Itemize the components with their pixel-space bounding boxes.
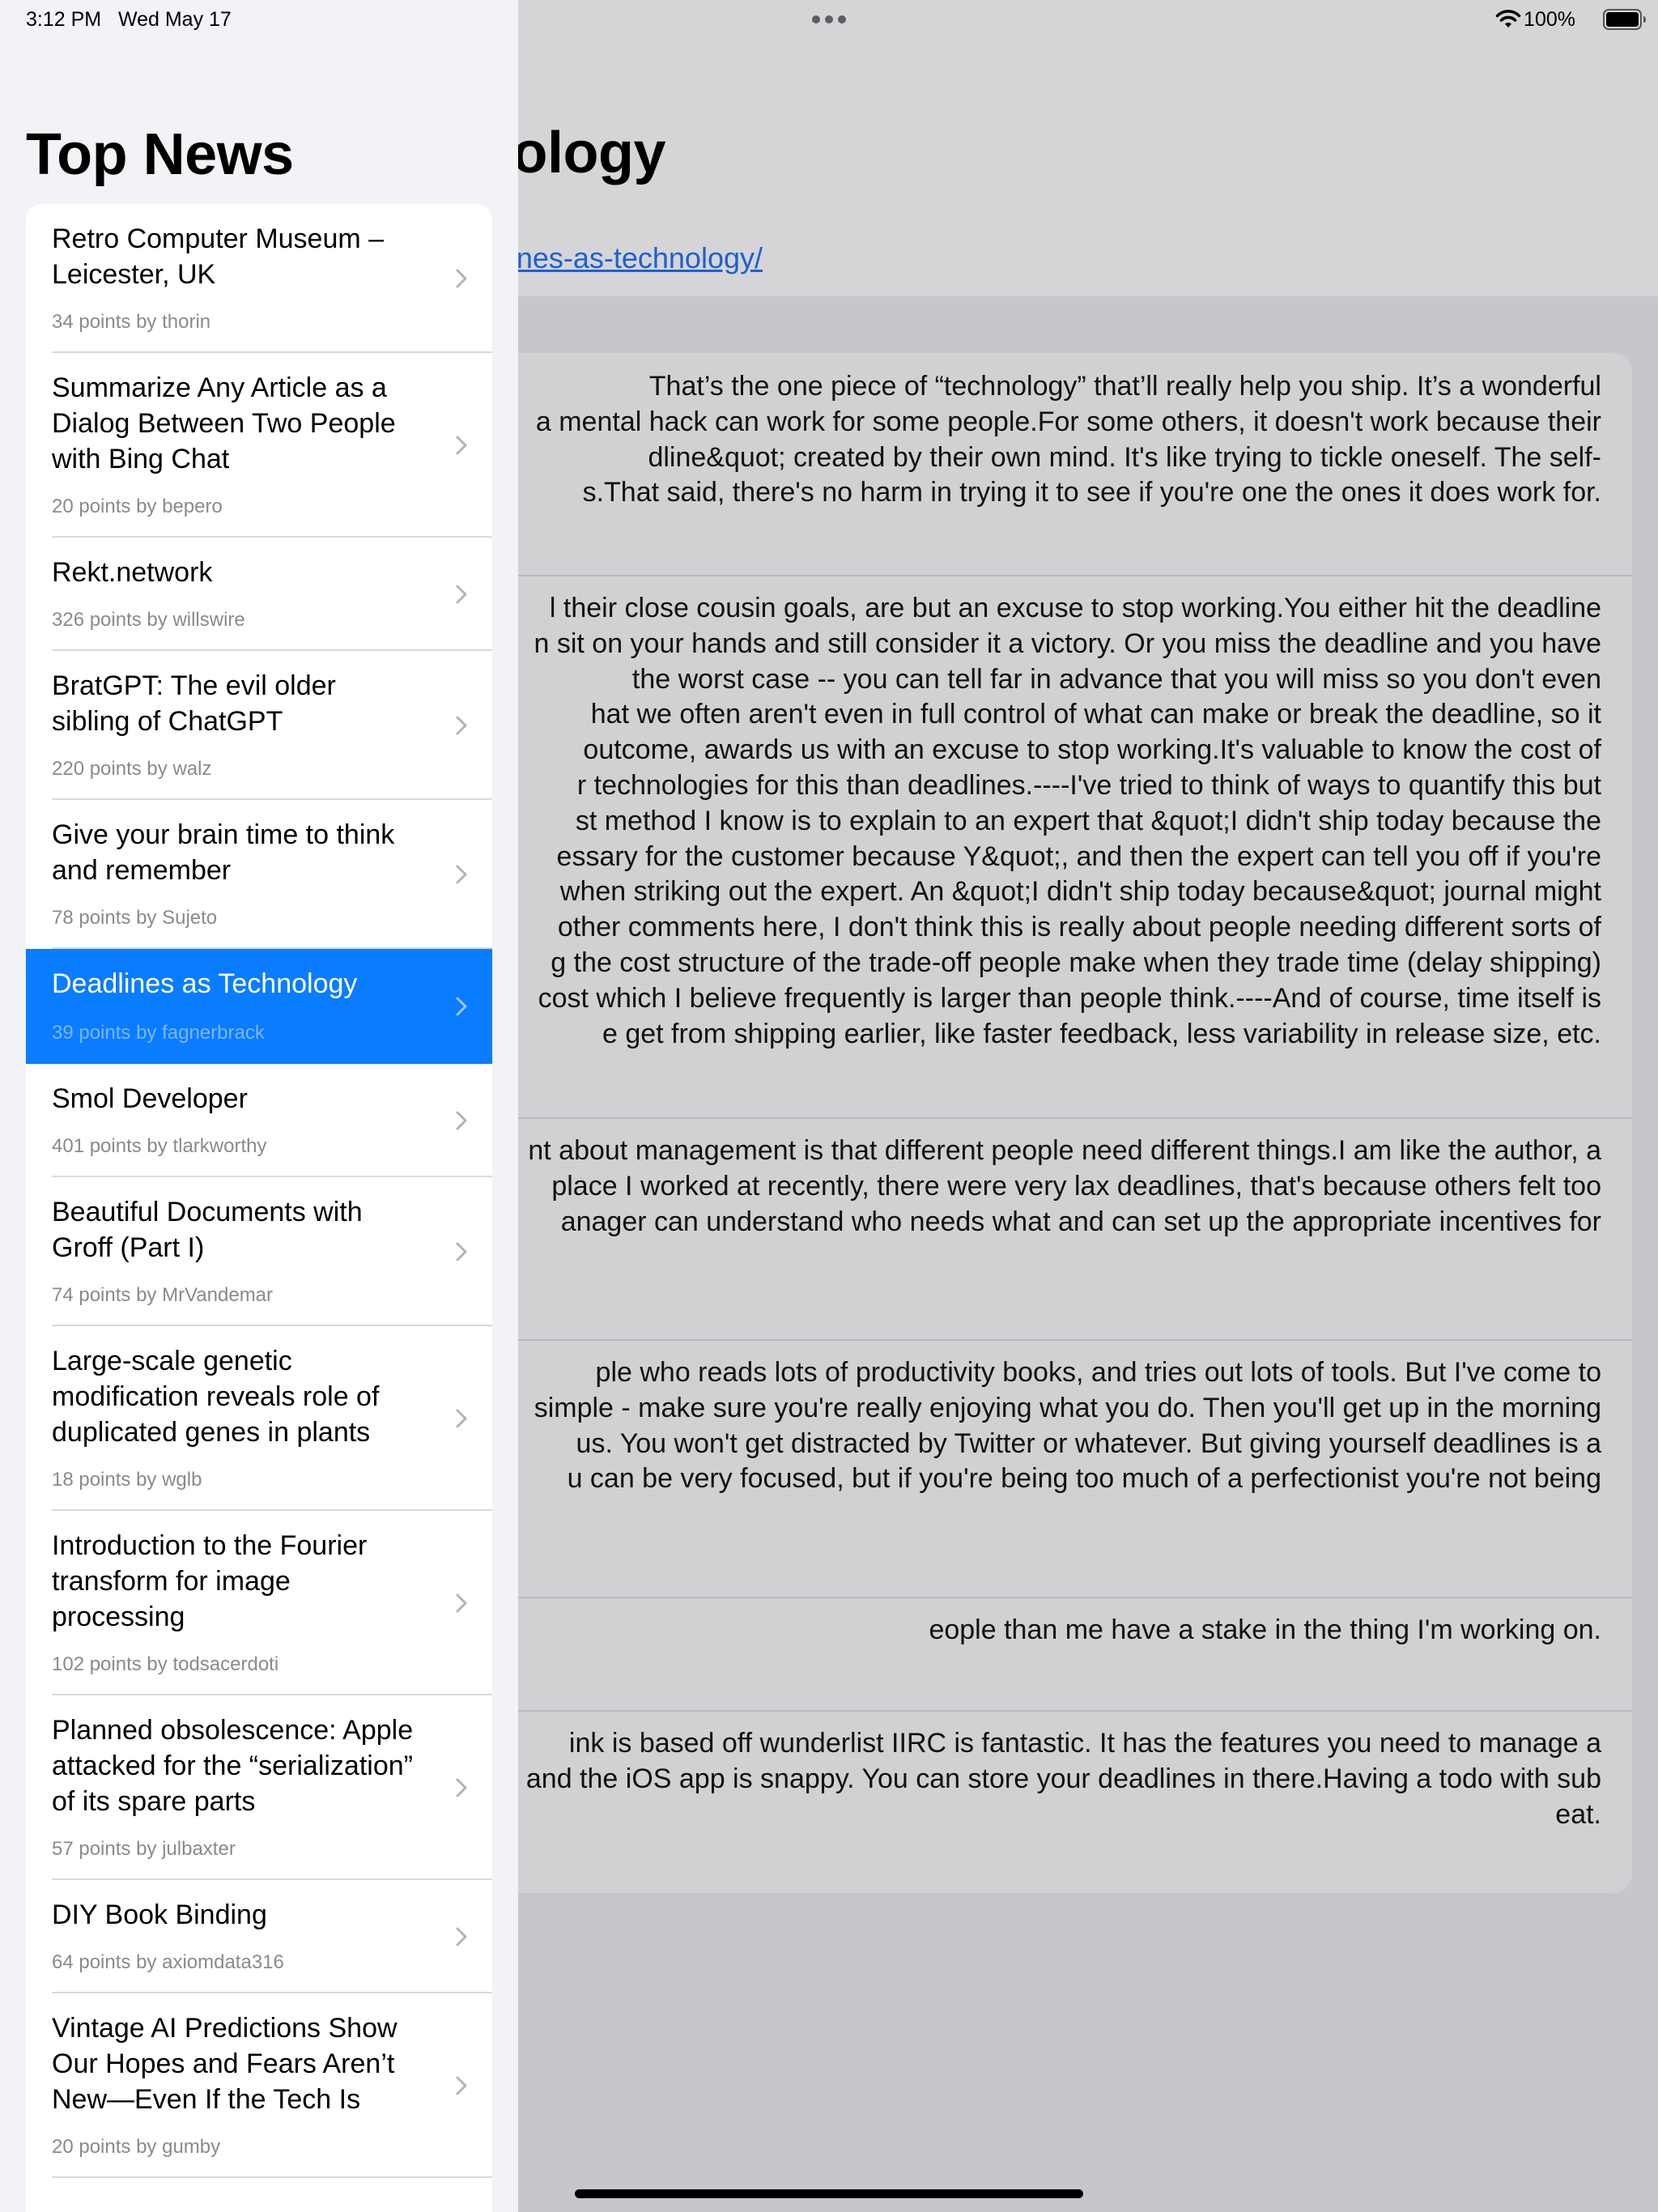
chevron-right-icon — [455, 1110, 468, 1131]
chevron-right-icon — [455, 2075, 468, 2096]
news-item-selected[interactable]: Deadlines as Technology 39 points by fag… — [26, 949, 492, 1064]
news-item[interactable]: Summarize Any Article as a Dialog Betwee… — [26, 353, 492, 538]
home-indicator[interactable] — [575, 2189, 1083, 2198]
battery-icon — [1603, 9, 1646, 30]
status-date: Wed May 17 — [117, 8, 232, 31]
news-item-title: BratGPT: The evil older sibling of ChatG… — [52, 670, 336, 737]
chevron-right-icon — [455, 864, 468, 885]
chevron-right-icon — [455, 1593, 468, 1614]
chevron-right-icon — [455, 1241, 468, 1262]
news-item-title: Summarize Any Article as a Dialog Betwee… — [52, 372, 396, 474]
sidebar-title: Top News — [26, 122, 294, 187]
news-item-meta: 18 points by wglb — [52, 1469, 202, 1491]
battery-percentage: 100% — [1524, 8, 1575, 31]
news-item-meta: 57 points by julbaxter — [52, 1838, 236, 1860]
status-clock: 3:12 PM — [26, 8, 102, 31]
news-item-meta: 78 points by Sujeto — [52, 907, 218, 929]
news-item-title: Vintage AI Predictions Show Our Hopes an… — [52, 2013, 397, 2115]
news-item[interactable]: Introduction to the Fourier transform fo… — [26, 1511, 492, 1695]
status-indicators: 100% — [1452, 6, 1647, 32]
news-item-title: Introduction to the Fourier transform fo… — [52, 1530, 368, 1632]
status-time: 3:12 PM Wed May 17 — [26, 8, 232, 32]
chevron-right-icon — [455, 1926, 468, 1947]
news-item-title: Deadlines as Technology — [52, 968, 358, 999]
wifi-icon — [1495, 10, 1521, 28]
news-item-title: Retro Computer Museum – Leicester, UK — [52, 223, 385, 290]
news-item[interactable]: Beautiful Documents with Groff (Part I) … — [26, 1177, 492, 1326]
more-dots-icon[interactable] — [812, 15, 846, 23]
news-item-meta: 220 points by walz — [52, 758, 212, 780]
news-item-meta: 401 points by tlarkworthy — [52, 1135, 267, 1157]
chevron-right-icon — [455, 715, 468, 736]
news-item-title: Give your brain time to think and rememb… — [52, 819, 395, 886]
news-item-title: DIY Book Binding — [52, 1899, 267, 1930]
news-item[interactable]: Planned obsolescence: Apple attacked for… — [26, 1695, 492, 1880]
news-item-title: Planned obsolescence: Apple attacked for… — [52, 1715, 414, 1817]
news-item[interactable]: Smol Developer 401 points by tlarkworthy — [26, 1064, 492, 1177]
chevron-right-icon — [455, 1777, 468, 1798]
news-item-meta: 20 points by bepero — [52, 496, 223, 517]
news-item-title: Rekt.network — [52, 557, 213, 588]
news-item-title: Beautiful Documents with Groff (Part I) — [52, 1197, 363, 1263]
news-item-meta: 64 points by axiomdata316 — [52, 1951, 284, 1973]
chevron-right-icon — [455, 435, 468, 456]
chevron-right-icon — [455, 996, 468, 1017]
chevron-right-icon — [455, 1408, 468, 1429]
news-item-meta: 102 points by todsacerdoti — [52, 1653, 279, 1675]
news-item[interactable]: Retro Computer Museum – Leicester, UK 34… — [26, 204, 492, 353]
news-item-meta: 74 points by MrVandemar — [52, 1284, 274, 1306]
news-list: Retro Computer Museum – Leicester, UK 34… — [26, 204, 492, 2212]
news-sidebar: Top News Retro Computer Museum – Leicest… — [0, 0, 518, 2212]
chevron-right-icon — [455, 268, 468, 289]
news-item[interactable]: Give your brain time to think and rememb… — [26, 800, 492, 949]
news-item-title: Smol Developer — [52, 1083, 248, 1114]
news-item[interactable]: BratGPT: The evil older sibling of ChatG… — [26, 651, 492, 800]
news-item[interactable]: Large-scale genetic modification reveals… — [26, 1326, 492, 1511]
news-item-title: Large-scale genetic modification reveals… — [52, 1346, 380, 1448]
news-item-meta: 20 points by gumby — [52, 2136, 221, 2158]
news-item[interactable]: DIY Book Binding 64 points by axiomdata3… — [26, 1880, 492, 1993]
chevron-right-icon — [455, 584, 468, 605]
news-item-meta: 326 points by willswire — [52, 609, 245, 631]
news-item-meta: 34 points by thorin — [52, 311, 211, 333]
news-item[interactable]: Rekt.network 326 points by willswire — [26, 538, 492, 651]
news-item[interactable]: Vintage AI Predictions Show Our Hopes an… — [26, 1993, 492, 2178]
news-item-meta: 39 points by fagnerbrack — [52, 1022, 265, 1044]
